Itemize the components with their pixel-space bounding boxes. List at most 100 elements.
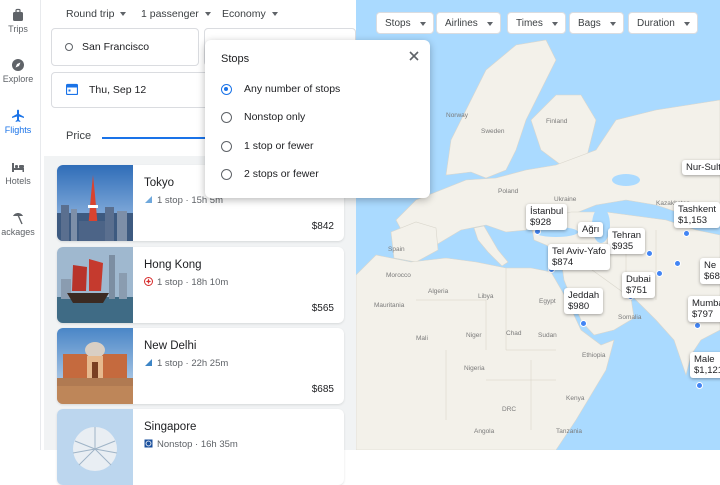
pin-city: Nur-Sult	[686, 162, 720, 173]
nav-item-label: ackages	[1, 227, 35, 237]
pin-price: $1,153	[678, 215, 708, 226]
stops-dropdown: Stops Any number of stops Nonstop only 1…	[205, 40, 430, 198]
destination-price: $565	[311, 303, 334, 314]
united-logo-icon	[144, 439, 153, 448]
flight-details-text: 1 stop · 22h 25m	[157, 358, 229, 369]
map-label: Norway	[446, 112, 469, 119]
chip-label: Bags	[578, 18, 601, 29]
map-pin-tel-aviv[interactable]: Tel Aviv-Yafo $874	[548, 244, 611, 270]
nav-item-explore[interactable]: Explore	[0, 58, 40, 84]
destination-city: Tokyo	[144, 177, 175, 189]
map-label: Mauritania	[374, 302, 405, 309]
pin-city: Mumbai	[692, 298, 720, 309]
pin-price: $874	[552, 257, 574, 268]
map-pin-mumbai[interactable]: Mumbai$797	[688, 296, 720, 322]
map-pin-dubai[interactable]: Dubai $751	[622, 272, 655, 298]
cabin-class-select[interactable]: Economy	[222, 8, 278, 20]
nav-item-label: Trips	[8, 24, 28, 34]
map-pin-new[interactable]: Ne $68	[700, 258, 720, 284]
map-pin-istanbul[interactable]: İstanbul $928	[526, 204, 568, 230]
flight-details: 1 stop · 18h 10m	[144, 277, 228, 288]
trip-type-value: Round trip	[66, 8, 115, 20]
map-label: Morocco	[386, 272, 411, 279]
map-label: Kenya	[566, 395, 585, 402]
pin-city: Tel Aviv-Yafo	[552, 246, 607, 257]
stops-dropdown-title: Stops	[221, 53, 250, 65]
origin-field[interactable]: San Francisco	[51, 28, 199, 66]
pin-price: $935	[612, 241, 634, 252]
map-destination-dot[interactable]	[683, 230, 690, 237]
radio-button[interactable]	[221, 112, 232, 123]
compass-icon	[12, 59, 24, 71]
map-label: Niger	[466, 332, 482, 339]
map-pin-agri[interactable]: Ağrı	[578, 222, 604, 237]
option-label: Any number of stops	[244, 83, 341, 95]
map-destination-dot[interactable]	[696, 382, 703, 389]
passengers-select[interactable]: 1 passenger	[141, 8, 211, 20]
map-label: Chad	[506, 330, 522, 337]
times-filter-chip[interactable]: Times	[507, 12, 566, 34]
depart-date-value: Thu, Sep 12	[89, 84, 147, 96]
map-pin-jeddah[interactable]: Jeddah $980	[564, 288, 604, 314]
option-label: Nonstop only	[244, 111, 306, 123]
map-label: Finland	[546, 118, 568, 125]
map-label: Spain	[388, 246, 405, 253]
trip-type-select[interactable]: Round trip	[66, 8, 127, 20]
map-pin-tehran[interactable]: Tehran $935	[608, 228, 646, 254]
map-label: Libya	[478, 293, 494, 300]
stops-filter-chip[interactable]: Stops	[376, 12, 434, 34]
chevron-down-icon	[271, 12, 278, 17]
pin-city: Ağrı	[582, 224, 600, 235]
radio-button[interactable]	[221, 169, 232, 180]
pin-city: Tashkent	[678, 204, 717, 215]
airline-logo-icon	[145, 359, 152, 366]
map-label: Angola	[474, 428, 495, 435]
nav-item-label: Explore	[2, 74, 34, 84]
map-pin-tashkent[interactable]: Tashkent $1,153	[674, 202, 720, 228]
destination-card-singapore[interactable]: Singapore Nonstop · 16h 35m	[57, 409, 344, 485]
map-pin-male[interactable]: Male$1,121	[690, 352, 720, 378]
pin-city: Male	[694, 354, 715, 365]
map-destination-dot[interactable]	[580, 320, 587, 327]
map-destination-dot[interactable]	[674, 260, 681, 267]
price-slider-track[interactable]	[102, 137, 222, 139]
chip-label: Times	[516, 18, 543, 29]
suitcase-icon	[13, 8, 23, 21]
destination-card-hong-kong[interactable]: Hong Kong 1 stop · 18h 10m $565	[57, 247, 344, 323]
duration-filter-chip[interactable]: Duration	[628, 12, 698, 34]
airlines-filter-chip[interactable]: Airlines	[436, 12, 501, 34]
map-destination-dot[interactable]	[694, 322, 701, 329]
close-icon[interactable]	[406, 48, 422, 64]
radio-button[interactable]	[221, 141, 232, 152]
radio-button-selected[interactable]	[221, 84, 232, 95]
nav-item-trips[interactable]: Trips	[0, 8, 40, 34]
pin-price: $751	[626, 285, 648, 296]
pin-city: Ne	[704, 260, 717, 271]
map-destination-dot[interactable]	[656, 270, 663, 277]
nav-item-flights[interactable]: Flights	[0, 109, 40, 135]
nav-item-hotels[interactable]: Hotels	[0, 160, 40, 186]
map-label: Somalia	[618, 314, 642, 321]
pin-city: Dubai	[626, 274, 651, 285]
nav-rail: Trips Explore Flights Hotels ackages	[0, 0, 41, 450]
map-label: Tanzania	[556, 428, 583, 435]
bags-filter-chip[interactable]: Bags	[569, 12, 624, 34]
pin-city: Jeddah	[568, 290, 600, 301]
nav-item-packages[interactable]: ackages	[0, 211, 40, 237]
map-pin-nur-sultan[interactable]: Nur-Sult	[682, 160, 720, 175]
destination-city: Singapore	[144, 421, 197, 433]
cabin-class-value: Economy	[222, 8, 266, 20]
option-label: 1 stop or fewer	[244, 140, 314, 152]
map-destination-dot[interactable]	[646, 250, 653, 257]
origin-circle-icon	[65, 43, 73, 51]
chevron-down-icon	[419, 22, 426, 26]
chevron-down-icon	[683, 22, 690, 26]
destination-city: New Delhi	[144, 340, 197, 352]
hong-kong-photo	[57, 247, 133, 323]
price-filter-label: Price	[66, 130, 92, 142]
pin-city: İstanbul	[530, 206, 564, 217]
option-label: 2 stops or fewer	[244, 168, 319, 180]
destination-card-new-delhi[interactable]: New Delhi 1 stop · 22h 25m $685	[57, 328, 344, 404]
nav-item-label: Flights	[4, 125, 32, 135]
destination-price: $842	[311, 221, 334, 232]
